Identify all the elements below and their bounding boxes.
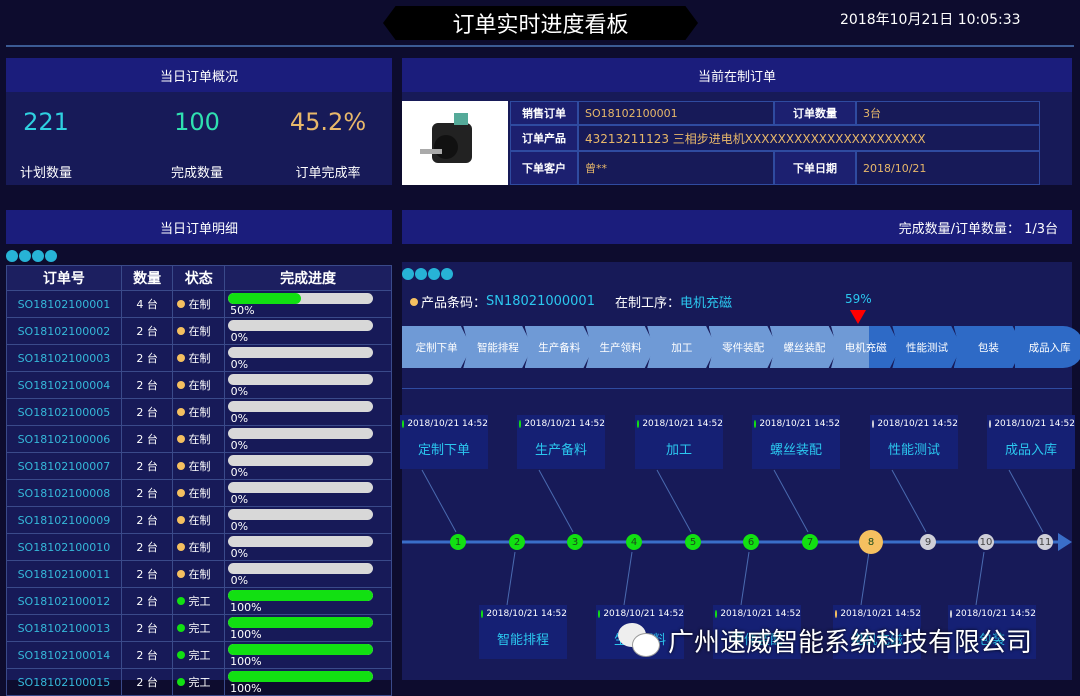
status-dot-icon	[481, 610, 484, 618]
timeline-node[interactable]: 3	[567, 534, 583, 550]
step-time: 2018/10/21 14:52	[603, 609, 684, 619]
status-dot-icon	[402, 420, 405, 428]
connector-line	[1008, 469, 1044, 533]
connector-line	[975, 551, 985, 606]
step-card[interactable]: 2018/10/21 14:52 定制下单	[400, 415, 488, 469]
step-time: 2018/10/21 14:52	[642, 419, 723, 429]
step-time: 2018/10/21 14:52	[877, 419, 958, 429]
step-time: 2018/10/21 14:52	[407, 419, 488, 429]
arrow-icon	[1058, 533, 1072, 551]
connector-line	[740, 551, 750, 606]
step-name: 智能排程	[496, 633, 549, 648]
timeline	[402, 469, 1072, 606]
step-name: 成品入库	[1004, 443, 1057, 458]
connector-line	[656, 469, 692, 533]
step-time: 2018/10/21 14:52	[840, 609, 921, 619]
timeline-node[interactable]: 10	[978, 534, 994, 550]
timeline-node[interactable]: 11	[1037, 534, 1053, 550]
connector-line	[506, 551, 516, 606]
connector-line	[773, 469, 809, 533]
status-dot-icon	[835, 610, 838, 618]
timeline-node[interactable]: 5	[685, 534, 701, 550]
step-name: 定制下单	[417, 443, 470, 458]
status-dot-icon	[598, 610, 601, 618]
step-time: 2018/10/21 14:52	[994, 419, 1075, 429]
connector-line	[891, 469, 927, 533]
connector-line	[623, 551, 633, 606]
step-time: 2018/10/21 14:52	[955, 609, 1036, 619]
step-card[interactable]: 2018/10/21 14:52 成品入库	[987, 415, 1075, 469]
status-dot-icon	[637, 420, 640, 428]
status-dot-icon	[519, 420, 522, 428]
step-card[interactable]: 2018/10/21 14:52 性能测试	[870, 415, 958, 469]
step-name: 螺丝装配	[769, 443, 822, 458]
status-dot-icon	[754, 420, 757, 428]
timeline-node[interactable]: 4	[626, 534, 642, 550]
step-card[interactable]: 2018/10/21 14:52 加工	[635, 415, 723, 469]
status-dot-icon	[989, 420, 992, 428]
step-time: 2018/10/21 14:52	[759, 419, 840, 429]
step-time: 2018/10/21 14:52	[486, 609, 567, 619]
timeline-node[interactable]: 2	[509, 534, 525, 550]
wechat-icon	[618, 622, 662, 659]
step-card[interactable]: 2018/10/21 14:52 生产备料	[517, 415, 605, 469]
connector-line	[860, 551, 870, 606]
step-card[interactable]: 2018/10/21 14:52 智能排程	[479, 605, 567, 659]
timeline-node[interactable]: 1	[450, 534, 466, 550]
step-card[interactable]: 2018/10/21 14:52 螺丝装配	[752, 415, 840, 469]
timeline-node[interactable]: 7	[802, 534, 818, 550]
step-time: 2018/10/21 14:52	[720, 609, 801, 619]
watermark: 广州速威智能系统科技有限公司	[618, 622, 1032, 659]
step-name: 性能测试	[887, 443, 940, 458]
connector-line	[421, 469, 457, 533]
status-dot-icon	[872, 420, 875, 428]
step-name: 生产备料	[534, 443, 587, 458]
watermark-text: 广州速威智能系统科技有限公司	[668, 628, 1033, 658]
status-dot-icon	[715, 610, 718, 618]
timeline-node[interactable]: 9	[920, 534, 936, 550]
timeline-node[interactable]: 8	[859, 530, 883, 554]
step-time: 2018/10/21 14:52	[524, 419, 605, 429]
status-dot-icon	[950, 610, 953, 618]
step-name: 加工	[665, 443, 692, 458]
timeline-node[interactable]: 6	[743, 534, 759, 550]
connector-line	[538, 469, 574, 533]
